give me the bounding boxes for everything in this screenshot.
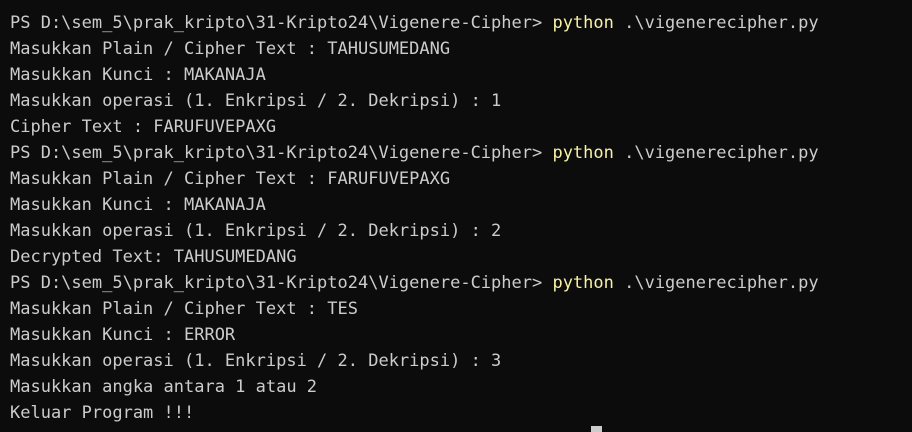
output-line: Masukkan Kunci : ERROR: [10, 325, 236, 345]
command-args: .\vigenerecipher.py: [613, 273, 819, 293]
output-line: Masukkan operasi (1. Enkripsi / 2. Dekri…: [10, 351, 502, 371]
prompt-text: PS D:\sem_5\prak_kripto\31-Kripto24\Vige…: [10, 13, 553, 33]
command-args: .\vigenerecipher.py: [613, 13, 819, 33]
prompt-text: PS D:\sem_5\prak_kripto\31-Kripto24\Vige…: [10, 273, 553, 293]
prompt-text: PS D:\sem_5\prak_kripto\31-Kripto24\Vige…: [10, 143, 553, 163]
prompt-line: PS D:\sem_5\prak_kripto\31-Kripto24\Vige…: [10, 140, 912, 166]
output-line: Masukkan angka antara 1 atau 2: [10, 377, 318, 397]
output-line: Masukkan Plain / Cipher Text : TES: [10, 299, 358, 319]
output-line: Keluar Program !!!: [10, 403, 195, 423]
output-line: Masukkan Kunci : MAKANAJA: [10, 195, 266, 215]
output-line: Masukkan operasi (1. Enkripsi / 2. Dekri…: [10, 91, 502, 111]
terminal-window[interactable]: PS D:\sem_5\prak_kripto\31-Kripto24\Vige…: [0, 0, 912, 432]
output-line: Masukkan Plain / Cipher Text : FARUFUVEP…: [10, 169, 451, 189]
command-text: python: [552, 13, 614, 33]
output-line: Masukkan Kunci : MAKANAJA: [10, 65, 266, 85]
output-line: Cipher Text : FARUFUVEPAXG: [10, 117, 277, 137]
prompt-line: PS D:\sem_5\prak_kripto\31-Kripto24\Vige…: [10, 10, 912, 36]
command-text: python: [552, 143, 614, 163]
text-cursor: [591, 426, 602, 432]
output-line: Masukkan operasi (1. Enkripsi / 2. Dekri…: [10, 221, 502, 241]
prompt-line: PS D:\sem_5\prak_kripto\31-Kripto24\Vige…: [10, 270, 912, 296]
command-text: python: [552, 273, 614, 293]
command-args: .\vigenerecipher.py: [613, 143, 819, 163]
output-line: Decrypted Text: TAHUSUMEDANG: [10, 247, 297, 267]
output-line: Masukkan Plain / Cipher Text : TAHUSUMED…: [10, 39, 451, 59]
